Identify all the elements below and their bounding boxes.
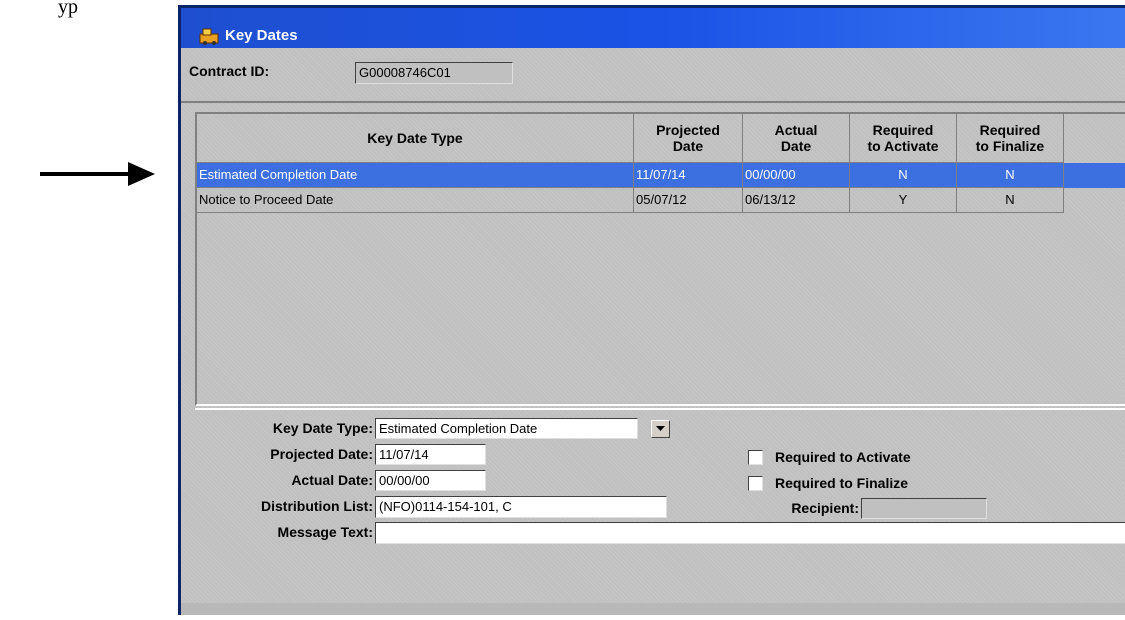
title-bar[interactable]: Key Dates bbox=[181, 8, 1125, 48]
col-header-key-date-type[interactable]: Key Date Type bbox=[197, 114, 634, 163]
dropdown-button[interactable] bbox=[651, 420, 670, 438]
cell-key-date-type: Estimated Completion Date bbox=[197, 163, 634, 188]
projected-date-input[interactable]: 11/07/14 bbox=[375, 444, 486, 465]
contract-id-label: Contract ID: bbox=[189, 63, 270, 79]
message-text-input[interactable] bbox=[375, 522, 1125, 544]
actual-date-input[interactable]: 00/00/00 bbox=[375, 470, 486, 491]
required-finalize-label: Required to Finalize bbox=[775, 475, 909, 491]
cell-required-activate: N bbox=[850, 163, 957, 188]
window-title: Key Dates bbox=[225, 27, 298, 44]
distribution-list-input[interactable]: (NFO)0114-154-101, C bbox=[375, 496, 667, 518]
cell-actual-date: 00/00/00 bbox=[743, 163, 850, 188]
required-finalize-checkbox[interactable] bbox=[748, 476, 763, 491]
pointer-arrow-icon bbox=[40, 162, 155, 186]
col-header-required-finalize[interactable]: Required to Finalize bbox=[957, 114, 1064, 163]
cell-key-date-type: Notice to Proceed Date bbox=[197, 188, 634, 213]
required-activate-label: Required to Activate bbox=[775, 449, 911, 465]
col-header-projected-date[interactable]: Projected Date bbox=[634, 114, 743, 163]
detail-panel: Key Date Type: Estimated Completion Date… bbox=[195, 408, 1125, 620]
contract-header: Contract ID: G00008746C01 bbox=[181, 48, 1125, 103]
message-text-label: Message Text: bbox=[277, 524, 373, 540]
app-icon bbox=[199, 28, 219, 45]
projected-date-label: Projected Date: bbox=[270, 446, 373, 462]
recipient-field[interactable] bbox=[861, 498, 987, 519]
col-header-actual-date[interactable]: Actual Date bbox=[743, 114, 850, 163]
contract-id-field[interactable]: G00008746C01 bbox=[355, 62, 513, 84]
cell-required-activate: Y bbox=[850, 188, 957, 213]
col-header-required-activate[interactable]: Required to Activate bbox=[850, 114, 957, 163]
window-client: Contract ID: G00008746C01 Key Date Type … bbox=[181, 48, 1125, 615]
key-dates-grid: Key Date Type Projected Date Actual Date R… bbox=[195, 112, 1125, 406]
actual-date-label: Actual Date: bbox=[291, 472, 373, 488]
recipient-label: Recipient: bbox=[791, 500, 859, 516]
key-dates-window: Key Dates Contract ID: G00008746C01 Key … bbox=[178, 5, 1125, 615]
required-activate-checkbox[interactable] bbox=[748, 450, 763, 465]
cell-projected-date: 11/07/14 bbox=[634, 163, 743, 188]
cell-required-finalize: N bbox=[957, 188, 1064, 213]
cell-required-finalize: N bbox=[957, 163, 1064, 188]
row-selection-fill bbox=[1064, 163, 1125, 188]
bottom-strip bbox=[181, 603, 1125, 615]
cell-projected-date: 05/07/12 bbox=[634, 188, 743, 213]
distribution-list-label: Distribution List: bbox=[261, 498, 373, 514]
document-caption: yp bbox=[58, 0, 78, 18]
chevron-down-icon bbox=[656, 426, 665, 431]
key-date-type-select[interactable]: Estimated Completion Date bbox=[375, 418, 638, 439]
key-date-type-label: Key Date Type: bbox=[272, 420, 373, 436]
cell-actual-date: 06/13/12 bbox=[743, 188, 850, 213]
